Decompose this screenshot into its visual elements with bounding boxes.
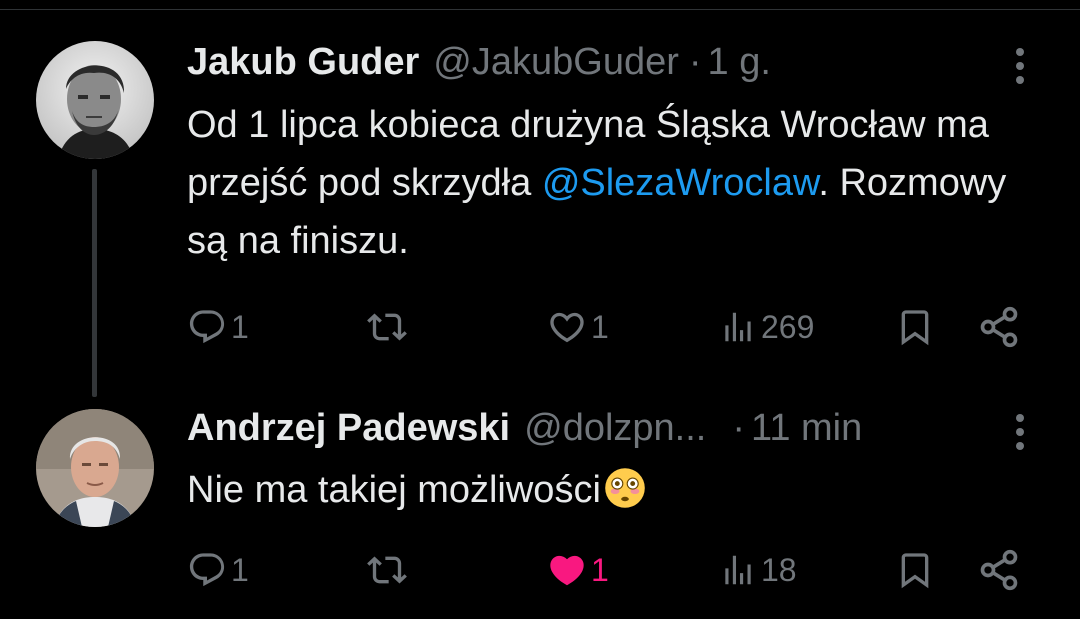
retweet-icon — [367, 313, 407, 341]
tweet-header: Andrzej Padewski @dolzpn... · 11 min — [187, 406, 862, 450]
reply-icon — [189, 553, 225, 587]
share-icon — [980, 306, 1018, 348]
avatar[interactable] — [36, 409, 154, 527]
more-options-button[interactable] — [1010, 44, 1030, 88]
avatar-photo-man-gray-hair-icon — [36, 409, 154, 527]
like-button[interactable]: 1 — [547, 545, 609, 595]
user-handle[interactable]: @JakubGuder — [433, 40, 679, 84]
more-dot-icon — [1016, 414, 1024, 422]
user-handle[interactable]: @dolzpn... — [524, 406, 706, 450]
heart-icon — [550, 312, 584, 343]
reply-button[interactable]: 1 — [187, 302, 249, 352]
separator-dot: · — [732, 407, 746, 449]
like-count: 1 — [591, 551, 609, 588]
bookmark-icon — [901, 553, 929, 589]
share-button[interactable] — [977, 545, 1021, 595]
views-button[interactable]: 269 — [719, 302, 814, 352]
reply-count: 1 — [231, 551, 249, 588]
tweet[interactable]: Jakub Guder @JakubGuder · 1 g. Od 1 lipc… — [0, 0, 1080, 380]
more-dot-icon — [1016, 76, 1024, 84]
tweet-text: Od 1 lipca kobieca drużyna Śląska Wrocła… — [187, 96, 1047, 270]
tweet-text-part: Nie ma takiej możliwości — [187, 469, 601, 511]
heart-filled-icon — [550, 555, 584, 586]
mention-link[interactable]: @SlezaWroclaw — [542, 162, 819, 204]
bookmark-button[interactable] — [895, 302, 935, 352]
bookmark-button[interactable] — [895, 545, 935, 595]
timestamp[interactable]: 1 g. — [708, 40, 771, 84]
retweet-button[interactable] — [367, 545, 407, 595]
thread-page: Jakub Guder @JakubGuder · 1 g. Od 1 lipc… — [0, 0, 1080, 619]
views-count: 18 — [761, 551, 797, 588]
more-dot-icon — [1016, 62, 1024, 70]
timestamp[interactable]: 11 min — [751, 406, 862, 450]
flushed-face-emoji-icon — [605, 468, 645, 508]
views-button[interactable]: 18 — [719, 545, 797, 595]
more-dot-icon — [1016, 48, 1024, 56]
reply-count: 1 — [231, 308, 249, 345]
bookmark-icon — [901, 310, 929, 346]
share-button[interactable] — [977, 302, 1021, 352]
action-bar: 1 1 269 — [187, 302, 1037, 352]
avatar[interactable] — [36, 41, 154, 159]
separator-dot: · — [688, 41, 702, 83]
display-name[interactable]: Jakub Guder — [187, 40, 419, 84]
display-name[interactable]: Andrzej Padewski — [187, 406, 510, 450]
views-count: 269 — [761, 308, 815, 345]
retweet-button[interactable] — [367, 302, 407, 352]
reply-button[interactable]: 1 — [187, 545, 249, 595]
more-dot-icon — [1016, 442, 1024, 450]
action-bar: 1 1 18 — [187, 545, 1037, 595]
reply-icon — [189, 310, 225, 344]
avatar-photo-man-dark-hair-icon — [36, 41, 154, 159]
share-icon — [980, 549, 1018, 591]
more-dot-icon — [1016, 428, 1024, 436]
views-chart-icon — [725, 312, 751, 342]
tweet-text: Nie ma takiej możliwości — [187, 461, 1047, 519]
like-count: 1 — [591, 308, 609, 345]
more-options-button[interactable] — [1010, 410, 1030, 454]
tweet-header: Jakub Guder @JakubGuder · 1 g. — [187, 40, 771, 84]
views-chart-icon — [725, 555, 751, 585]
like-button[interactable]: 1 — [547, 302, 609, 352]
tweet[interactable]: Andrzej Padewski @dolzpn... · 11 min Nie… — [0, 380, 1080, 619]
retweet-icon — [367, 556, 407, 584]
